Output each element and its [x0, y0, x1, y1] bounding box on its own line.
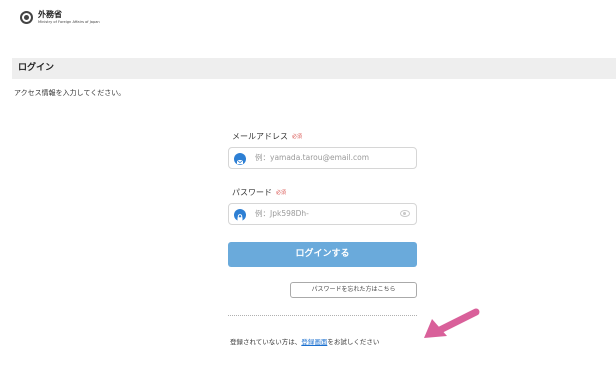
email-label-text: メールアドレス: [232, 132, 288, 141]
login-button[interactable]: ログインする: [228, 242, 417, 267]
forgot-password-button[interactable]: パスワードを忘れた方はこちら: [290, 282, 417, 298]
register-text: 登録されていない方は、登録画面をお試しください: [230, 336, 379, 346]
register-suffix: をお試しください: [327, 338, 380, 346]
register-link[interactable]: 登録画面: [301, 338, 327, 346]
email-required-badge: 必須: [292, 134, 303, 140]
divider: [228, 315, 417, 316]
password-label-text: パスワード: [232, 188, 272, 197]
eye-icon[interactable]: [400, 210, 410, 217]
page-title-bar: ログイン: [12, 58, 616, 79]
password-required-badge: 必須: [276, 190, 287, 196]
logo-name-en: Ministry of Foreign Affairs of Japan: [38, 20, 100, 24]
page-title: ログイン: [18, 63, 55, 73]
register-prefix: 登録されていない方は、: [230, 338, 302, 346]
emblem-icon: [20, 11, 33, 25]
intro-text: アクセス情報を入力してください。: [14, 89, 126, 97]
email-placeholder: 例：yamada.tarou@email.com: [255, 153, 370, 162]
lock-icon: [234, 209, 246, 221]
password-field[interactable]: 例：Jpk598Dh-: [228, 203, 417, 225]
site-logo[interactable]: 外務省 Ministry of Foreign Affairs of Japan: [20, 11, 100, 25]
email-label: メールアドレス 必須: [232, 131, 302, 142]
email-field[interactable]: 例：yamada.tarou@email.com: [228, 147, 417, 169]
password-placeholder: 例：Jpk598Dh-: [255, 209, 309, 218]
arrow-icon: [424, 308, 480, 338]
password-label: パスワード 必須: [232, 187, 286, 198]
logo-name-ja: 外務省: [38, 10, 62, 19]
logo-text: 外務省 Ministry of Foreign Affairs of Japan: [38, 11, 100, 25]
mail-icon: [234, 153, 246, 165]
